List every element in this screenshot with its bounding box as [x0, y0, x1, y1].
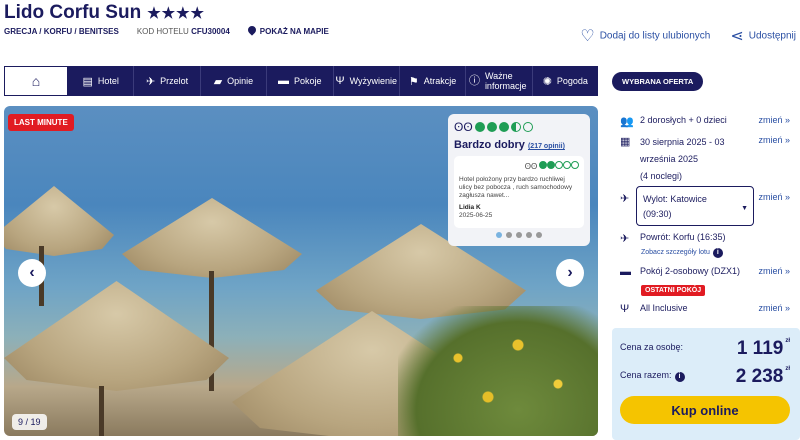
offer-header: WYBRANA OFERTA — [612, 72, 704, 91]
tab-rooms[interactable]: ▬ Pokoje — [267, 66, 334, 96]
review-date: 2025-06-25 — [459, 212, 493, 219]
price-total: 2 238 zł — [735, 366, 790, 387]
header-actions: ♡ Dodaj do listy ulubionych ⋖ Udostępnij — [580, 26, 796, 46]
star-rating: ★★★★ — [147, 5, 205, 22]
tripadvisor-rating: ʘʘ — [454, 120, 584, 134]
rating-summary: Bardzo dobry (217 opinii) — [454, 139, 584, 151]
chevron-right-icon: › — [567, 264, 573, 281]
price-per-person: 1 119 zł — [736, 338, 790, 359]
hotel-title: Lido Corfu Sun ★★★★ — [4, 2, 205, 24]
tab-home[interactable]: ⌂ — [4, 66, 68, 96]
tab-attractions[interactable]: ⚑ Atrakcje — [400, 66, 467, 96]
cutlery-icon: Ψ — [620, 303, 630, 315]
tripadvisor-icon: ʘʘ — [524, 162, 538, 171]
buy-online-button[interactable]: Kup online — [620, 396, 790, 424]
hotel-icon: ▤ — [82, 75, 93, 88]
quote-rating: ʘʘ — [459, 161, 579, 172]
map-pin-icon — [246, 24, 258, 36]
last-room-badge: OSTATNI POKÓJ — [641, 285, 706, 296]
review-pager[interactable] — [454, 232, 584, 238]
price-box: Cena za osobę: 1 119 zł Cena razem: i 2 23… — [612, 328, 800, 440]
share-icon: ⋖ — [730, 28, 744, 45]
home-icon: ⌂ — [31, 73, 41, 89]
price-per-person-label: Cena za osobę: — [620, 342, 684, 352]
offer-sidebar: WYBRANA OFERTA 👥 2 dorosłych + 0 dzieci z… — [612, 66, 800, 440]
plane-landing-icon: ✈ — [620, 233, 630, 245]
change-room-link[interactable]: zmień » — [758, 266, 790, 276]
last-minute-badge: LAST MINUTE — [8, 114, 74, 131]
hotel-code: KOD HOTELU CFU30004 — [136, 26, 230, 36]
plane-takeoff-icon: ✈ — [620, 193, 630, 205]
change-dates-link[interactable]: zmień » — [758, 135, 790, 145]
tab-reviews[interactable]: ▰ Opinie — [201, 66, 268, 96]
change-people-link[interactable]: zmień » — [758, 115, 790, 125]
heart-icon: ♡ — [580, 28, 595, 45]
departure-select[interactable]: Wylot: Katowice (09:30) ▼ — [636, 186, 754, 226]
rating-text: Bardzo dobry — [454, 139, 525, 151]
signpost-icon: ⚑ — [408, 75, 419, 88]
room-row: ▬ Pokój 2-osobowy (DZX1) — [620, 266, 741, 278]
tab-bar: ⌂ ▤ Hotel ✈ Przelot ▰ Opinie ▬ Pokoje Ψ Wyżyw… — [4, 66, 598, 96]
chevron-down-icon: ▼ — [741, 205, 748, 212]
tab-hotel[interactable]: ▤ Hotel — [68, 66, 135, 96]
info-icon: ⓘ — [468, 75, 480, 87]
tab-board[interactable]: Ψ Wyżywienie — [334, 66, 400, 96]
review-text: Hotel położony przy bardzo ruchliwej uli… — [459, 176, 573, 199]
info-icon: i — [712, 248, 723, 258]
board-row: Ψ All Inclusive — [620, 303, 688, 315]
return-row: ✈ Powrót: Korfu (16:35) — [620, 232, 726, 245]
calendar-icon: ▦ — [620, 136, 631, 148]
info-icon[interactable]: i — [674, 372, 685, 382]
people-icon: 👥 — [620, 116, 634, 128]
tab-flight[interactable]: ✈ Przelot — [134, 66, 201, 96]
price-total-label: Cena razem: i — [620, 370, 685, 382]
share-button[interactable]: ⋖ Udostępnij — [730, 26, 796, 46]
change-departure-link[interactable]: zmień » — [758, 192, 790, 202]
tripadvisor-icon: ʘʘ — [454, 120, 473, 134]
departure-row: ✈ — [620, 192, 632, 205]
bed-icon: ▬ — [620, 266, 631, 278]
chevron-left-icon: ‹ — [29, 264, 35, 281]
hotel-photo-gallery[interactable]: LAST MINUTE ‹ › 9 / 19 ʘʘ Bardzo dobry (… — [4, 106, 598, 436]
flight-details-link[interactable]: Zobacz szczegóły lotu i — [641, 248, 723, 258]
dates-row: ▦ 30 sierpnia 2025 - 03 września 2025 (4 n… — [620, 134, 725, 185]
tab-important-info[interactable]: ⓘ Ważne informacje — [466, 66, 533, 96]
favorite-button[interactable]: ♡ Dodaj do listy ulubionych — [580, 26, 710, 46]
show-on-map-link[interactable]: POKAŻ NA MAPIE — [246, 24, 329, 36]
comment-icon: ▰ — [213, 75, 223, 88]
gallery-prev-button[interactable]: ‹ — [18, 259, 46, 287]
hotel-name: Lido Corfu Sun — [4, 2, 142, 23]
gallery-next-button[interactable]: › — [556, 259, 584, 287]
review-quote-card: ʘʘ Hotel położony przy bardzo ruchliwej … — [454, 156, 584, 228]
bed-icon: ▬ — [278, 75, 290, 87]
cutlery-icon: Ψ — [335, 75, 345, 87]
plane-icon: ✈ — [145, 75, 156, 88]
change-board-link[interactable]: zmień » — [758, 303, 790, 313]
review-author: Lidia K — [459, 204, 481, 211]
reviews-count-link[interactable]: (217 opinii) — [528, 143, 565, 150]
sun-icon: ✺ — [542, 75, 552, 88]
tab-weather[interactable]: ✺ Pogoda — [533, 66, 598, 96]
hotel-meta: GRECJA / KORFU / BENITSES KOD HOTELU CFU… — [4, 24, 329, 36]
breadcrumb[interactable]: GRECJA / KORFU / BENITSES — [4, 27, 119, 36]
review-card[interactable]: ʘʘ Bardzo dobry (217 opinii) ʘʘ Hotel po… — [448, 114, 590, 246]
people-row: 👥 2 dorosłych + 0 dzieci — [620, 115, 727, 128]
gallery-counter: 9 / 19 — [12, 414, 47, 430]
